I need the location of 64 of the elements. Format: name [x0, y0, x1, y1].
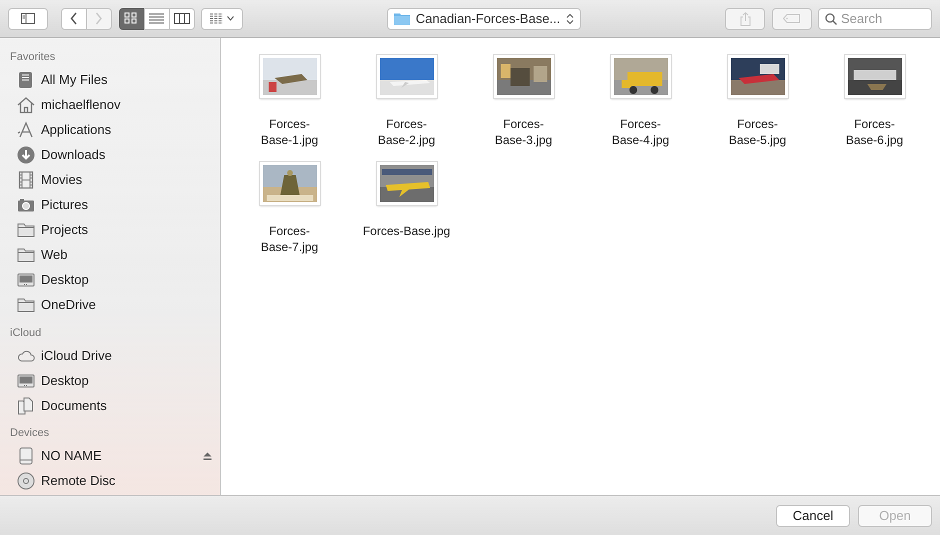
sidebar-item[interactable]: Desktop [0, 268, 220, 292]
updown-icon [566, 12, 574, 24]
chevron-left-icon [70, 12, 78, 25]
drive-icon [17, 447, 35, 465]
grid-icon [124, 12, 140, 25]
location-popup[interactable]: Canadian-Forces-Base... [386, 8, 582, 30]
camera-icon [17, 196, 35, 214]
eject-button[interactable] [203, 452, 212, 460]
file-name[interactable]: Forces- Base-7.jpg [260, 223, 318, 263]
sidebar-item[interactable]: Remote Disc [0, 468, 220, 494]
file-name[interactable]: Forces- Base-3.jpg [494, 116, 552, 156]
sidebar-item[interactable]: Web [0, 242, 220, 268]
arrange-button[interactable] [201, 8, 243, 30]
monitor-icon [17, 372, 35, 390]
section-heading: iCloud [9, 326, 42, 340]
file-name[interactable]: Forces- Base-6.jpg [846, 116, 904, 156]
compass-icon [17, 121, 35, 139]
sidebar-item[interactable]: Pictures [0, 192, 220, 218]
sidebar-icon [21, 13, 35, 24]
stack-icon [17, 71, 35, 89]
view-mode-tab[interactable] [168, 8, 194, 30]
sidebar-item[interactable]: NO NAME [0, 444, 220, 468]
grid-icon [210, 13, 224, 24]
share-icon [740, 12, 751, 26]
sidebar-item[interactable]: Movies [0, 168, 220, 192]
house-icon [17, 96, 35, 114]
chevron-right-icon [95, 12, 103, 25]
disc-icon [17, 472, 35, 490]
folder-icon [17, 221, 35, 239]
back-button[interactable] [61, 8, 87, 30]
monitor-icon [17, 271, 35, 289]
folder-icon [394, 12, 410, 25]
file-name[interactable]: Forces-Base.jpg [362, 223, 450, 263]
sidebar-item[interactable]: Documents [0, 393, 220, 418]
file-name[interactable]: Forces- Base-1.jpg [260, 116, 318, 156]
eject-icon [203, 452, 212, 460]
dialog-button[interactable]: Cancel [776, 504, 850, 526]
columns-icon [174, 12, 190, 25]
sidebar-item[interactable]: OneDrive [0, 292, 220, 318]
sidebar-item[interactable]: All My Files [0, 68, 220, 92]
tag-icon [783, 14, 800, 23]
sidebar-item[interactable]: Desktop [0, 368, 220, 393]
caret-icon [226, 16, 234, 21]
sidebar-item[interactable]: Projects [0, 218, 220, 242]
documents-icon [17, 396, 35, 414]
film-icon [17, 171, 35, 189]
sidebar-item[interactable]: Downloads [0, 142, 220, 168]
download-icon [17, 146, 35, 164]
file-name[interactable]: Forces- Base-5.jpg [728, 116, 786, 156]
sidebar-item[interactable]: michaelflenov [0, 92, 220, 118]
section-heading: Favorites [9, 50, 56, 65]
sidebar-item[interactable]: iCloud Drive [0, 343, 220, 368]
folder-icon [17, 246, 35, 264]
file-name[interactable]: Forces- Base-4.jpg [612, 116, 670, 156]
list-icon [148, 12, 164, 25]
folder-icon [17, 296, 35, 314]
search-field[interactable]: Search [818, 8, 932, 30]
view-mode-tab[interactable] [144, 8, 170, 30]
file-name[interactable]: Forces- Base-2.jpg [378, 116, 436, 156]
sidebar-item[interactable]: Applications [0, 118, 220, 142]
section-heading: Devices [9, 426, 50, 441]
view-mode-tab[interactable] [118, 8, 144, 30]
sidebar-toggle-button[interactable] [8, 8, 48, 30]
search-icon [825, 12, 838, 24]
